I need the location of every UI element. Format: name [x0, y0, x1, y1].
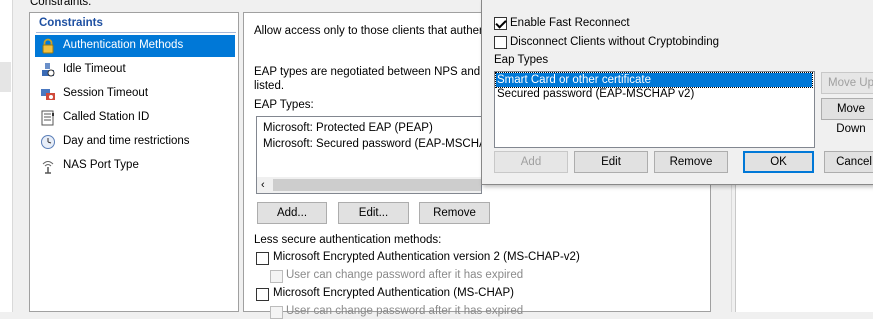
disconnect-clients-label[interactable]: Disconnect Clients without Cryptobinding	[510, 36, 719, 48]
mschapv2-change-password-label: User can change password after it has ex…	[286, 269, 524, 281]
list-item-label: Smart Card or other certificate	[497, 74, 652, 86]
edit-eap-button[interactable]: Edit...	[338, 202, 409, 224]
enable-fast-reconnect-label[interactable]: Enable Fast Reconnect	[510, 17, 630, 29]
right-background-panel	[735, 185, 873, 312]
constraint-item-label: Authentication Methods	[63, 39, 184, 51]
horizontal-scrollbar[interactable]: ‹	[257, 177, 481, 193]
constraint-item-label: Idle Timeout	[63, 63, 126, 75]
list-item[interactable]: Microsoft: Protected EAP (PEAP)	[263, 122, 433, 134]
idle-timeout-icon	[42, 63, 55, 77]
eap-types-list[interactable]: Microsoft: Protected EAP (PEAP) Microsof…	[256, 116, 503, 194]
constraints-top-label: Constraints:	[30, 0, 92, 8]
constraints-panel: Constraints Authentication Methods Idle …	[29, 12, 239, 312]
dialog-add-button[interactable]: Add	[494, 151, 568, 173]
remove-eap-button[interactable]: Remove	[419, 202, 490, 224]
phone-book-icon	[41, 110, 54, 126]
constraint-item-called-station-id[interactable]: Called Station ID	[35, 107, 235, 129]
dialog-remove-button[interactable]: Remove	[654, 151, 728, 173]
eap-types-label: EAP Types:	[254, 99, 314, 111]
constraint-item-day-time-restrictions[interactable]: Day and time restrictions	[35, 131, 235, 153]
constraint-item-label: Called Station ID	[63, 111, 150, 123]
constraints-header-underline	[36, 32, 236, 33]
mschapv2-label[interactable]: Microsoft Encrypted Authentication versi…	[273, 251, 580, 263]
lock-icon	[42, 38, 54, 54]
list-item[interactable]: Microsoft: Secured password (EAP-MSCHAP …	[263, 138, 503, 150]
disconnect-clients-checkbox[interactable]	[494, 36, 507, 49]
mschap-change-password-label: User can change password after it has ex…	[286, 305, 524, 317]
constraint-item-idle-timeout[interactable]: Idle Timeout	[35, 59, 235, 81]
mschap-change-password-checkbox[interactable]	[270, 306, 283, 319]
constraint-item-nas-port-type[interactable]: NAS Port Type	[35, 155, 235, 177]
network-port-icon	[42, 161, 54, 174]
constraints-header: Constraints	[39, 17, 103, 29]
allow-access-text: Allow access only to those clients that …	[254, 25, 504, 37]
dialog-edit-button[interactable]: Edit	[574, 151, 648, 173]
constraint-item-label: NAS Port Type	[63, 159, 139, 171]
left-edge-highlight	[0, 62, 11, 92]
add-eap-button[interactable]: Add...	[257, 202, 327, 224]
constraint-item-label: Session Timeout	[63, 87, 149, 99]
constraint-item-label: Day and time restrictions	[63, 135, 190, 147]
scroll-thumb[interactable]	[273, 179, 481, 191]
move-up-button[interactable]: Move Up	[821, 72, 873, 94]
constraint-item-authentication-methods[interactable]: Authentication Methods	[35, 35, 235, 57]
ok-button[interactable]: OK	[743, 151, 814, 173]
eap-info-line2: listed.	[254, 80, 285, 92]
mschapv2-change-password-checkbox[interactable]	[270, 270, 283, 283]
session-timeout-icon	[41, 89, 55, 100]
left-edge-strip	[0, 0, 13, 312]
mschap-label[interactable]: Microsoft Encrypted Authentication (MS-C…	[273, 287, 514, 299]
cancel-button[interactable]: Cancel	[824, 151, 873, 173]
constraint-item-session-timeout[interactable]: Session Timeout	[35, 83, 235, 105]
mschapv2-checkbox[interactable]	[256, 252, 269, 265]
move-down-button[interactable]: Move Down	[821, 98, 873, 135]
enable-fast-reconnect-checkbox[interactable]	[494, 17, 507, 30]
list-item-selected[interactable]: Smart Card or other certificate	[495, 72, 813, 88]
eap-info-line1: EAP types are negotiated between NPS and…	[254, 66, 500, 78]
dialog-eap-types-label: Eap Types	[494, 54, 549, 66]
dialog-eap-types-list[interactable]: Smart Card or other certificate Secured …	[494, 71, 815, 148]
clock-icon	[41, 135, 55, 149]
mschap-checkbox[interactable]	[256, 288, 269, 301]
scroll-left-icon[interactable]: ‹	[261, 177, 265, 193]
list-item[interactable]: Secured password (EAP-MSCHAP v2)	[497, 88, 694, 100]
less-secure-label: Less secure authentication methods:	[254, 234, 442, 246]
